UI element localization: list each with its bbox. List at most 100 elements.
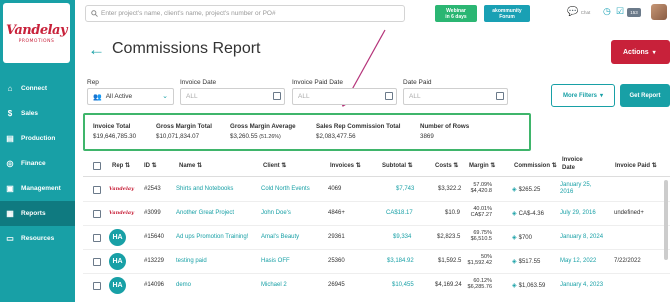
project-name-link[interactable]: Another Great Project [176, 210, 234, 216]
invoice-date-input[interactable]: ALL [180, 88, 285, 105]
commission-icon: ◈ [512, 211, 517, 217]
margin-amount: $6,285.76 [467, 284, 492, 291]
sort-icon: ⇅ [197, 163, 203, 169]
row-checkbox[interactable] [93, 234, 101, 242]
project-name-link[interactable]: testing paid [176, 258, 207, 264]
sort-icon: ⇅ [407, 163, 413, 169]
get-report-button[interactable]: Get Report [620, 84, 670, 107]
project-name-link[interactable]: Ad ups Promotion Training! [176, 234, 248, 240]
sort-icon: ⇅ [551, 163, 557, 169]
row-id: #2543 [144, 186, 161, 192]
project-name-link[interactable]: Shirts and Notebooks [176, 186, 233, 192]
sort-icon: ⇅ [281, 163, 287, 169]
table-header: Rep ⇅ ID ⇅ Name ⇅ Client ⇅ Invoices ⇅ Su… [83, 155, 670, 177]
invoice-date-link[interactable]: January 25, 2016 [560, 182, 591, 196]
table-row[interactable]: HA #14096 demo Michael 2 26945 $10,455 $… [83, 274, 670, 298]
commission-value: ◈ $265.25 [512, 186, 540, 193]
invoice-paid-date-value: ALL [298, 93, 310, 100]
table-row[interactable]: Vandelay #2543 Shirts and Notebooks Cold… [83, 178, 670, 202]
invoice-date-link[interactable]: January 4, 2023 [560, 282, 603, 288]
client-link[interactable]: Michael 2 [261, 282, 287, 288]
rep-filter-label: Rep [87, 79, 99, 86]
subtotal-link[interactable]: $7,743 [396, 186, 414, 192]
column-header-label: Invoices [330, 163, 355, 169]
column-header-label: Invoice Paid [615, 163, 651, 169]
column-header-margin[interactable]: Margin ⇅ [469, 162, 495, 169]
table-row[interactable]: HA #13229 testing paid Hasis OFF 25360 $… [83, 250, 670, 274]
invoice-date-label: Invoice Date [180, 79, 217, 86]
column-header-label: Commission [514, 163, 551, 169]
invoice-date-link[interactable]: January 8, 2024 [560, 234, 603, 240]
gross-margin-average-summary: Gross Margin Average $3,260.55 (51.26%) [230, 123, 296, 140]
sort-icon: ⇅ [355, 163, 361, 169]
calendar-icon[interactable] [385, 92, 393, 100]
column-header-subtotal[interactable]: Subtotal ⇅ [382, 162, 413, 169]
subtotal-link[interactable]: $10,455 [392, 282, 414, 288]
margin-amount: CA$7.27 [470, 212, 492, 219]
costs-value: $1,592.5 [438, 258, 462, 264]
column-header-label: Date [562, 164, 576, 171]
subtotal-link[interactable]: $3,184.92 [387, 258, 414, 264]
table-scrollbar[interactable] [664, 180, 668, 260]
rep-avatar: HA [109, 253, 126, 270]
client-link[interactable]: Amal's Beauty [261, 234, 299, 240]
column-header-costs[interactable]: Costs ⇅ [435, 162, 458, 169]
commission-icon: ◈ [512, 259, 517, 265]
sort-icon: ⇅ [651, 163, 657, 169]
row-checkbox[interactable] [93, 258, 101, 266]
invoice-paid-date-input[interactable]: ALL [292, 88, 397, 105]
column-header-label: Margin [469, 163, 489, 169]
commission-amount: CA$-4.36 [518, 211, 544, 217]
commission-amount: $700 [518, 235, 532, 241]
table-row[interactable]: HA #15640 Ad ups Promotion Training! Ama… [83, 226, 670, 250]
column-header-invoice-date[interactable]: Invoice Date [562, 157, 583, 173]
calendar-icon[interactable] [496, 92, 504, 100]
invoice-paid-value: 7/22/2022 [614, 258, 641, 264]
row-checkbox[interactable] [93, 210, 101, 218]
row-checkbox[interactable] [93, 186, 101, 194]
commission-value: ◈ $700 [512, 234, 532, 241]
invoices-value: 26945 [328, 282, 345, 288]
commission-amount: $1,063.59 [518, 283, 546, 289]
client-link[interactable]: Hasis OFF [261, 258, 290, 264]
summary-panel: Invoice Total $19,646,785.30 Gross Margi… [83, 113, 531, 151]
client-link[interactable]: John Doe's [261, 210, 291, 216]
margin-amount: $6,510.5 [470, 236, 492, 243]
client-link[interactable]: Cold North Events [261, 186, 310, 192]
invoice-date-link[interactable]: July 29, 2016 [560, 210, 596, 216]
invoice-date-link[interactable]: May 12, 2022 [560, 258, 596, 264]
column-header-label: Costs [435, 163, 452, 169]
app-root: Vandelay PROMOTIONS ⌂ Connect $ Sales ▤ … [0, 0, 670, 302]
calendar-icon[interactable] [273, 92, 281, 100]
project-name-link[interactable]: demo [176, 282, 191, 288]
gross-margin-total-label: Gross Margin Total [156, 123, 212, 130]
column-header-client[interactable]: Client ⇅ [263, 162, 286, 169]
column-header-rep[interactable]: Rep ⇅ [112, 162, 130, 169]
row-checkbox[interactable] [93, 282, 101, 290]
sort-icon: ⇅ [453, 163, 459, 169]
subtotal-link[interactable]: CA$18.17 [386, 210, 413, 216]
invoices-value: 25360 [328, 258, 345, 264]
sort-icon: ⇅ [490, 163, 496, 169]
rep-avatar: HA [109, 277, 126, 294]
more-filters-button[interactable]: More Filters ▾ [551, 84, 615, 107]
gross-margin-average-value: $3,260.55 [230, 133, 258, 140]
column-header-invoice-paid[interactable]: Invoice Paid ⇅ [615, 162, 657, 169]
invoices-value: 4069 [328, 186, 342, 192]
number-of-rows-label: Number of Rows [420, 123, 470, 130]
invoice-total-value: $19,646,785.30 [93, 133, 137, 140]
commission-icon: ◈ [512, 187, 517, 193]
subtotal-link[interactable]: $9,334 [393, 234, 411, 240]
table-row[interactable]: Vandelay #3099 Another Great Project Joh… [83, 202, 670, 226]
column-header-name[interactable]: Name ⇅ [179, 162, 202, 169]
rep-filter-select[interactable]: 👥 All Active ⌄ [87, 88, 174, 105]
invoice-date-line2: 2016 [560, 189, 574, 196]
sales-rep-commission-label: Sales Rep Commission Total [316, 123, 401, 130]
column-header-invoices[interactable]: Invoices ⇅ [330, 162, 361, 169]
column-header-commission[interactable]: Commission ⇅ [514, 162, 557, 169]
gross-margin-average-pct: (51.26%) [259, 134, 281, 140]
date-paid-input[interactable]: ALL [403, 88, 508, 105]
column-header-id[interactable]: ID ⇅ [144, 162, 157, 169]
row-id: #14096 [144, 282, 165, 288]
select-all-checkbox[interactable] [93, 162, 101, 170]
